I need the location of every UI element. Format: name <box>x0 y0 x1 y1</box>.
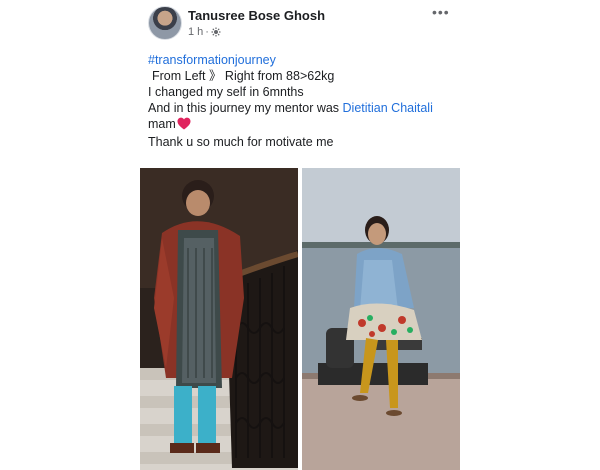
hashtag-link[interactable]: #transformationjourney <box>148 52 468 68</box>
post-line-1: From Left 》 Right from 88>62kg <box>152 69 335 83</box>
heart-icon <box>177 117 191 134</box>
post-text: #transformationjourney From Left 》 Right… <box>148 52 468 150</box>
author-name[interactable]: Tanusree Bose Ghosh <box>188 8 325 23</box>
more-icon[interactable]: ••• <box>432 5 452 20</box>
mention-link[interactable]: Dietitian Chaitali <box>343 101 433 115</box>
after-photo[interactable] <box>302 168 460 470</box>
post-line-5: Thank u so much for motivate me <box>148 135 334 149</box>
post-line-3: And in this journey my mentor was Dietit… <box>148 100 468 116</box>
post-line-3-prefix: And in this journey my mentor was <box>148 101 343 115</box>
post-header: Tanusree Bose Ghosh 1 h · ••• <box>148 5 458 46</box>
post-meta: 1 h · <box>188 26 221 38</box>
author-avatar[interactable] <box>148 6 182 40</box>
facebook-post: Tanusree Bose Ghosh 1 h · ••• #transform… <box>0 0 600 470</box>
before-photo[interactable] <box>140 168 298 470</box>
post-line-4-text: mam <box>148 117 176 131</box>
meta-separator: · <box>205 26 209 38</box>
post-line-4: mam <box>148 116 468 134</box>
post-line-2: I changed my self in 6mnths <box>148 85 304 99</box>
globe-icon[interactable] <box>211 27 221 37</box>
post-time[interactable]: 1 h <box>188 26 203 38</box>
